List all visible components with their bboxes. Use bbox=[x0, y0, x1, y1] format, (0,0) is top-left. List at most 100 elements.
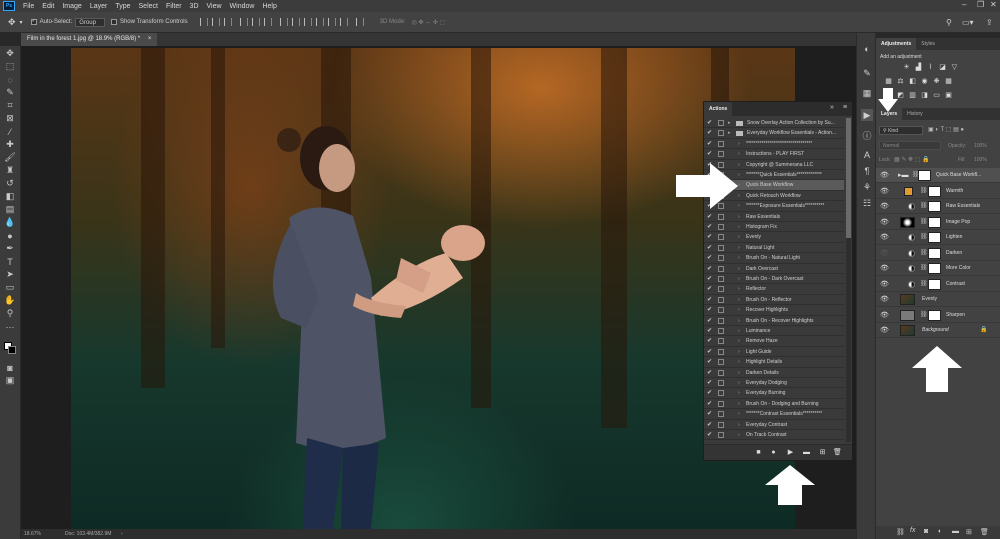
quick-select-icon[interactable]: ✎ bbox=[4, 87, 16, 98]
menu-item-filter[interactable]: Filter bbox=[162, 3, 186, 10]
new-set-icon[interactable]: ▬ bbox=[802, 448, 811, 457]
move-tool-icon[interactable]: ✥ bbox=[8, 17, 16, 28]
action-row[interactable]: ✔ › Everyday Dodging bbox=[704, 378, 844, 389]
visibility-eye-icon[interactable]: 👁 bbox=[880, 295, 889, 303]
action-row[interactable]: ✔ › Light Guide bbox=[704, 347, 844, 358]
action-row[interactable]: ✔ › Everyday Contrast bbox=[704, 420, 844, 430]
levels-icon[interactable]: ▟ bbox=[914, 64, 923, 72]
expand-triangle-icon[interactable]: › bbox=[738, 232, 740, 242]
eraser-icon[interactable]: ◧ bbox=[4, 191, 16, 202]
toggle-check-icon[interactable]: ✔ bbox=[707, 357, 712, 367]
rectangle-icon[interactable]: ▭ bbox=[4, 282, 16, 293]
action-row[interactable]: ✔ › On Track Contrast bbox=[704, 430, 844, 441]
expand-triangle-icon[interactable]: › bbox=[738, 264, 740, 274]
action-row[interactable]: ✔ › Dark Overcast bbox=[704, 264, 844, 274]
visibility-eye-icon[interactable]: 👁 bbox=[880, 233, 889, 241]
tab-adjustments[interactable]: Adjustments bbox=[876, 38, 917, 50]
toggle-check-icon[interactable]: ✔ bbox=[707, 274, 712, 284]
toggle-check-icon[interactable]: ✔ bbox=[707, 316, 712, 326]
distribute-center-icon[interactable] bbox=[327, 18, 336, 26]
document-tab[interactable]: Film in the forest 1.jpg @ 18.9% (RGB/8)… bbox=[21, 33, 158, 46]
lasso-icon[interactable]: ◌ bbox=[4, 74, 16, 85]
expand-triangle-icon[interactable]: › bbox=[738, 378, 740, 388]
align-right-icon[interactable] bbox=[263, 18, 272, 26]
layer-thumb[interactable] bbox=[900, 294, 915, 305]
layer-thumb[interactable] bbox=[900, 325, 915, 336]
toggle-check-icon[interactable]: ✔ bbox=[707, 326, 712, 336]
adjustment-icon[interactable] bbox=[908, 249, 915, 257]
healing-brush-icon[interactable]: ✚ bbox=[4, 139, 16, 150]
layer-mask-thumb[interactable] bbox=[928, 201, 941, 212]
visibility-eye-icon[interactable]: 👁 bbox=[880, 264, 889, 272]
color-lookup-icon[interactable]: ▦ bbox=[944, 78, 953, 86]
expand-triangle-icon[interactable]: › bbox=[738, 430, 740, 440]
selective-color-icon[interactable]: ▣ bbox=[944, 92, 953, 100]
toggle-check-icon[interactable]: ✔ bbox=[707, 399, 712, 409]
frame-icon[interactable]: ⊠ bbox=[4, 113, 16, 124]
eyedropper-icon[interactable]: ⁄ bbox=[4, 126, 16, 137]
layer-mask-thumb[interactable] bbox=[918, 170, 931, 181]
document-size[interactable]: Doc: 103.4M/382.9M bbox=[65, 529, 111, 539]
filter-icons[interactable]: ▣ ◐ T ⬚ ▤ ● bbox=[928, 126, 964, 133]
dodge-icon[interactable]: ● bbox=[4, 230, 16, 241]
action-row[interactable]: ✔ › Histogram Fix bbox=[704, 222, 844, 233]
action-row[interactable]: ✔ › Instructions - PLAY FIRST bbox=[704, 149, 844, 160]
action-row[interactable]: ✔ › Highlight Details bbox=[704, 357, 844, 368]
color-panel-icon[interactable]: ◐ bbox=[861, 43, 873, 55]
actions-scrollbar[interactable] bbox=[846, 118, 851, 442]
align-left-icon[interactable] bbox=[239, 18, 248, 26]
menu-item-type[interactable]: Type bbox=[111, 3, 134, 10]
type-icon[interactable]: T bbox=[4, 256, 16, 267]
action-row[interactable]: ✔ › Brush On - Natural Light bbox=[704, 253, 844, 264]
tab-styles[interactable]: Styles bbox=[916, 38, 940, 50]
expand-triangle-icon[interactable]: › bbox=[738, 180, 740, 190]
layer-mask-thumb[interactable] bbox=[928, 216, 941, 228]
auto-select-checkbox[interactable] bbox=[30, 19, 37, 25]
dialog-toggle-box[interactable] bbox=[718, 432, 724, 438]
background-color-swatch[interactable] bbox=[8, 346, 16, 354]
expand-triangle-icon[interactable]: › bbox=[738, 139, 740, 149]
layer-row[interactable]: 👁 ⛓ Image Pop bbox=[876, 215, 1000, 230]
menu-item-help[interactable]: Help bbox=[258, 3, 280, 10]
layer-row[interactable]: 👁 ⛓ Sharpen bbox=[876, 308, 1000, 323]
collapse-panel-icon[interactable]: » bbox=[830, 104, 834, 111]
layer-row[interactable]: 👁 ⛓ Darken bbox=[876, 246, 1000, 261]
dialog-toggle-box[interactable] bbox=[718, 380, 724, 386]
new-group-icon[interactable]: ▬ bbox=[952, 528, 959, 535]
toggle-check-icon[interactable]: ✔ bbox=[707, 232, 712, 242]
layer-row[interactable]: 👁 ▸▬ ⛓ Quick Base Workfl... bbox=[876, 168, 1000, 183]
visibility-eye-icon[interactable]: 👁 bbox=[880, 249, 889, 257]
dialog-toggle-box[interactable] bbox=[718, 338, 724, 345]
layer-mask-thumb[interactable] bbox=[928, 263, 941, 274]
visibility-eye-icon[interactable]: 👁 bbox=[880, 202, 889, 210]
layer-row[interactable]: 👁 ⛓ Warmth bbox=[876, 184, 1000, 199]
tab-history[interactable]: History bbox=[902, 108, 928, 120]
toggle-check-icon[interactable]: ✔ bbox=[707, 253, 712, 263]
action-row[interactable]: ✔ › Brush On - Reflector bbox=[704, 295, 844, 306]
zoom-icon[interactable]: ⚲ bbox=[4, 308, 16, 319]
toggle-check-icon[interactable]: ✔ bbox=[707, 128, 712, 138]
action-row[interactable]: ✔ › *******Contrast Essentials********** bbox=[704, 409, 844, 420]
dialog-toggle-box[interactable] bbox=[718, 265, 724, 272]
menu-item-edit[interactable]: Edit bbox=[38, 3, 58, 10]
expand-triangle-icon[interactable]: › bbox=[738, 253, 740, 263]
posterize-icon[interactable]: ▥ bbox=[908, 92, 917, 100]
dialog-toggle-box[interactable] bbox=[718, 286, 724, 293]
opacity-input[interactable]: 100% bbox=[974, 143, 987, 149]
brush-settings-icon[interactable]: ✎ bbox=[861, 67, 873, 79]
adjustment-icon[interactable] bbox=[908, 234, 915, 241]
distribute-bottom-icon[interactable] bbox=[303, 18, 312, 26]
screen-mode-icon[interactable]: ▣ bbox=[4, 375, 16, 386]
swatches-icon[interactable]: ▦ bbox=[861, 87, 873, 99]
align-top-icon[interactable] bbox=[199, 18, 208, 26]
adjustment-icon[interactable] bbox=[908, 265, 915, 272]
dialog-toggle-box[interactable] bbox=[718, 411, 724, 418]
expand-triangle-icon[interactable]: › bbox=[738, 201, 740, 211]
action-row[interactable]: ✔ › Raw Essentials bbox=[704, 212, 844, 222]
paragraph-icon[interactable]: ¶ bbox=[861, 165, 873, 177]
distribute-top-icon[interactable] bbox=[279, 18, 288, 26]
dialog-toggle-box[interactable] bbox=[718, 255, 724, 262]
toggle-check-icon[interactable]: ✔ bbox=[707, 243, 712, 253]
zoom-level[interactable]: 18.67% bbox=[24, 529, 41, 539]
clone-stamp-icon[interactable]: ♜ bbox=[4, 165, 16, 176]
